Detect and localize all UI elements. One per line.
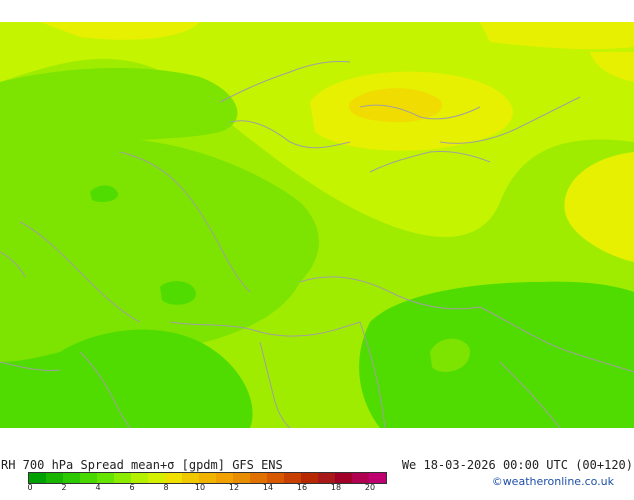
legend-tick-label: 4: [95, 483, 101, 492]
color-legend: 0 2 4 6 8 10 12 14 16 18 20 ©weatheronline.co.uk: [0, 472, 634, 492]
legend-tick-label: 14: [262, 483, 274, 492]
legend-tick-label: 16: [296, 483, 308, 492]
legend-tick-label: 18: [330, 483, 342, 492]
legend-swatch: [114, 473, 131, 483]
legend-tick-label: 12: [228, 483, 240, 492]
field-low-southeast: [359, 281, 634, 428]
map-caption: RH 700 hPa Spread mean+σ [gpdm] GFS ENS …: [0, 458, 634, 472]
legend-swatch: [352, 473, 369, 483]
legend-swatch: [148, 473, 165, 483]
legend-swatch: [199, 473, 216, 483]
legend-swatch: [369, 473, 386, 483]
legend-tick-label: 8: [163, 483, 169, 492]
legend-swatch: [284, 473, 301, 483]
credit-link[interactable]: ©weatheronline.co.uk: [492, 475, 614, 488]
legend-swatch: [80, 473, 97, 483]
legend-tick-label: 6: [129, 483, 135, 492]
legend-swatch: [182, 473, 199, 483]
legend-swatch: [165, 473, 182, 483]
spread-field-map: [0, 22, 634, 428]
legend-swatch: [318, 473, 335, 483]
legend-swatch: [335, 473, 352, 483]
legend-tick-label: 10: [194, 483, 206, 492]
legend-tick-label: 2: [61, 483, 67, 492]
legend-tick-label: 0: [27, 483, 33, 492]
legend-swatch: [233, 473, 250, 483]
legend-swatch: [301, 473, 318, 483]
legend-tick-label: 20: [364, 483, 376, 492]
map-valid-time: We 18-03-2026 00:00 UTC (00+120): [401, 458, 633, 472]
legend-swatch: [63, 473, 80, 483]
legend-swatch: [216, 473, 233, 483]
legend-swatch: [97, 473, 114, 483]
map-panel: [0, 22, 634, 428]
legend-swatch: [267, 473, 284, 483]
map-title: RH 700 hPa Spread mean+σ [gpdm] GFS ENS: [1, 458, 283, 472]
legend-swatch: [250, 473, 267, 483]
legend-swatch: [29, 473, 46, 483]
legend-swatch: [131, 473, 148, 483]
legend-swatch: [46, 473, 63, 483]
